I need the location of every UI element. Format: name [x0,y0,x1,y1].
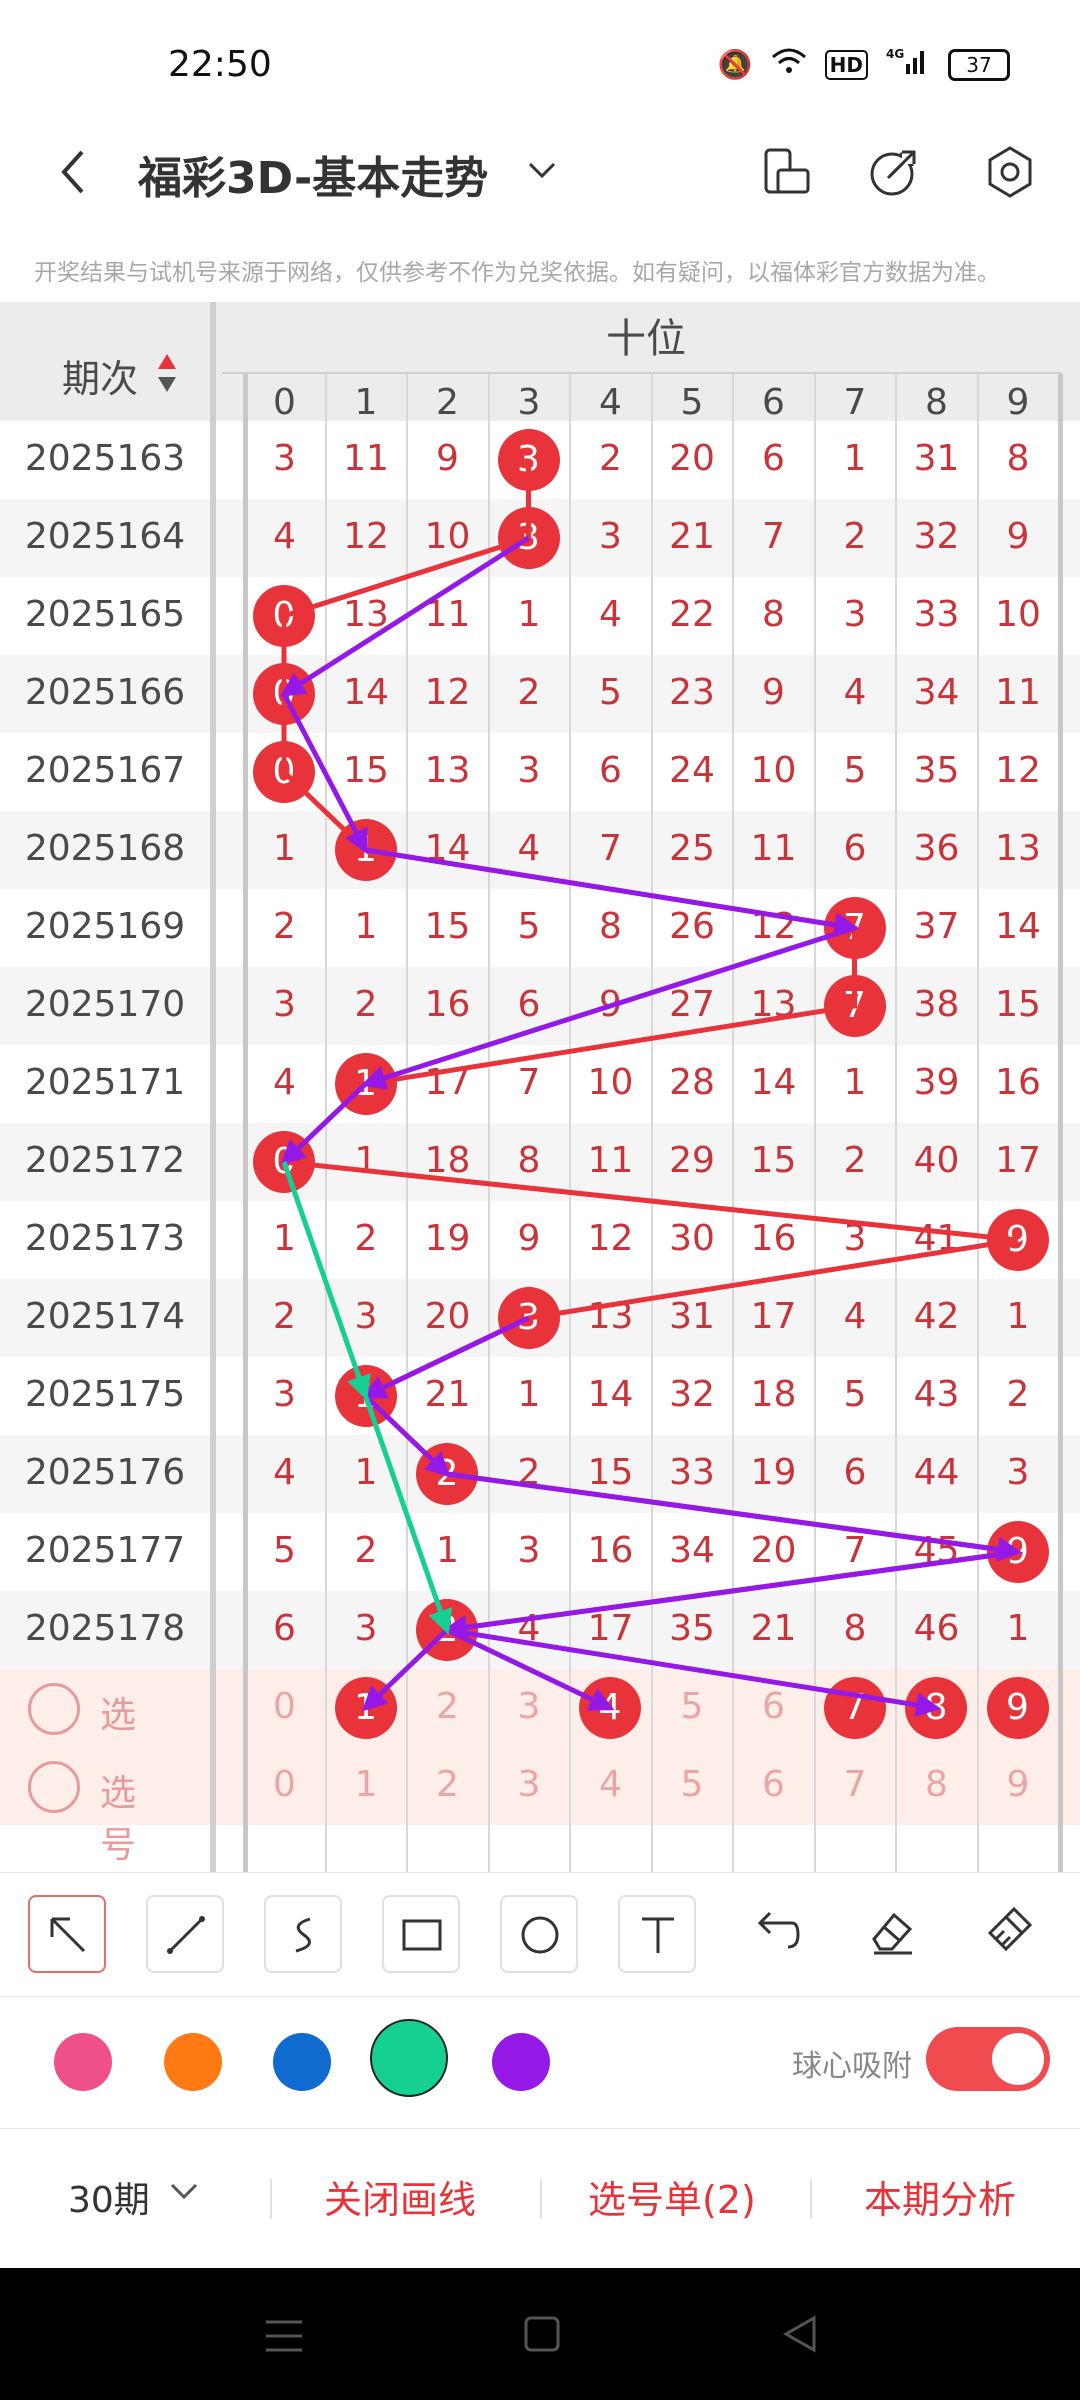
drawn-arrow [446,1471,1023,1562]
battery-icon: 37 [948,48,1010,81]
app-header: 福彩3D-基本走势 [0,130,1080,230]
home-icon[interactable] [522,2314,562,2358]
arrow-tool-icon[interactable] [28,1895,106,1973]
drawing-toolbar [0,1872,1080,1995]
drawn-arrow [281,1161,371,1401]
drawn-arrow [446,1627,941,1718]
snap-toggle[interactable] [926,2027,1050,2091]
line-tool-icon[interactable] [146,1895,224,1973]
status-bar: 22:50 🔕 HD 4G 37 [0,0,1080,130]
orientation-icon[interactable] [758,144,814,200]
drawn-arrow [360,925,856,1090]
rectangle-tool-icon[interactable] [382,1895,460,1973]
drawn-arrow [280,1082,368,1166]
svg-text:4G: 4G [886,47,904,61]
clear-icon[interactable] [982,1903,1038,1963]
undo-icon[interactable] [748,1903,804,1963]
drawn-arrow [360,1315,530,1399]
freehand-tool-icon[interactable] [264,1895,342,1973]
divider [540,2179,542,2219]
drawn-arrow [361,1628,449,1712]
close-lines-button[interactable]: 关闭画线 [324,2169,476,2224]
period-selector[interactable]: 30期 [68,2171,150,2223]
back-arrow-icon[interactable] [52,142,112,202]
divider [810,2179,812,2219]
period-analysis-button[interactable]: 本期分析 [864,2169,1016,2224]
divider [270,2179,272,2219]
trend-line [278,460,1018,1633]
drawing-overlay[interactable] [0,302,1080,1872]
status-icons: 🔕 HD 4G 37 [718,46,1010,83]
wifi-icon [771,47,807,82]
trend-chart: 期次 十位 0123456789 2025163 3 11 9 3 2 20 6 1 31 8 202… [0,302,1080,1872]
color-swatch-green[interactable] [370,2019,448,2097]
circle-tool-icon[interactable] [500,1895,578,1973]
chevron-down-icon[interactable] [166,2173,202,2213]
snap-label: 球心吸附 [792,2049,912,2084]
drawn-arrow [279,535,530,697]
menu-icon[interactable] [262,2316,306,2360]
color-picker: 球心吸附 [0,1996,1080,2127]
status-time: 22:50 [168,44,272,85]
bottom-action-bar: 30期 关闭画线 选号单(2) 本期分析 [0,2128,1080,2269]
share-icon[interactable] [866,144,922,200]
toggle-knob [992,2033,1044,2085]
hd-badge: HD [824,49,868,80]
color-swatch-pink[interactable] [54,2033,112,2091]
text-tool-icon[interactable] [618,1895,696,1973]
signal-icon: 4G [886,46,930,83]
mute-icon: 🔕 [717,48,753,81]
chevron-down-icon[interactable] [522,150,562,194]
eraser-icon[interactable] [864,1903,920,1963]
drawn-arrow [442,1549,1018,1640]
system-nav-bar [0,2268,1080,2400]
page-title[interactable]: 福彩3D-基本走势 [138,142,488,206]
disclaimer-notice: 开奖结果与试机号来源于网络，仅供参考不作为兑奖依据。如有疑问，以福体彩官方数据为… [34,260,1000,286]
color-swatch-purple[interactable] [492,2033,550,2091]
back-triangle-icon[interactable] [780,2314,820,2358]
drawn-arrow [281,692,368,855]
selection-list-button[interactable]: 选号单(2) [588,2169,756,2224]
drawn-arrow [365,847,860,938]
settings-icon[interactable] [982,144,1038,200]
color-swatch-blue[interactable] [273,2033,331,2091]
drawn-arrow [363,1395,453,1635]
color-swatch-orange[interactable] [164,2033,222,2091]
